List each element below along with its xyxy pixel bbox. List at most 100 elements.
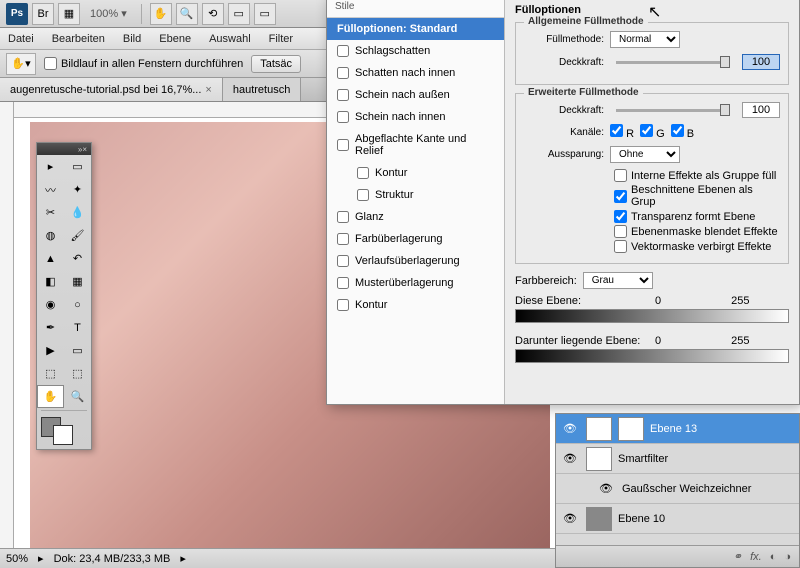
actual-pixels-button[interactable]: Tatsäc (251, 55, 301, 73)
style-drop-shadow[interactable]: Schlagschatten (327, 40, 504, 62)
brush-tool[interactable]: 🖌 (64, 224, 91, 247)
dodge-tool[interactable]: ○ (64, 293, 91, 316)
layer-row-ebene10[interactable]: 👁 Ebene 10 (556, 504, 799, 534)
lasso-tool[interactable]: 〰 (37, 178, 64, 201)
menu-filter[interactable]: Filter (269, 33, 293, 45)
this-layer-gradient[interactable] (515, 309, 789, 323)
zoom-tool[interactable]: 🔍 (64, 385, 91, 408)
blend-mode-select[interactable]: Normal (610, 31, 680, 48)
color-swatches[interactable] (37, 413, 91, 449)
blend-range-select[interactable]: Grau (583, 272, 653, 289)
channels-label: Kanäle: (524, 127, 604, 138)
crop-tool[interactable]: ✂ (37, 201, 64, 224)
this-layer-min: 0 (655, 295, 661, 307)
style-color-overlay[interactable]: Farbüberlagerung (327, 228, 504, 250)
move-tool[interactable]: ▸ (37, 155, 64, 178)
gradient-tool[interactable]: ▦ (64, 270, 91, 293)
menu-select[interactable]: Auswahl (209, 33, 251, 45)
quick-select-tool[interactable]: ✦ (64, 178, 91, 201)
layer-row-gaussian[interactable]: 👁 Gaußscher Weichzeichner (556, 474, 799, 504)
fill-opacity-slider[interactable] (616, 109, 730, 112)
style-blending-options[interactable]: Fülloptionen: Standard (327, 18, 504, 40)
menu-layer[interactable]: Ebene (159, 33, 191, 45)
stamp-tool[interactable]: ▲ (37, 247, 64, 270)
pen-tool[interactable]: ✒ (37, 316, 64, 339)
close-icon[interactable]: × (82, 145, 87, 154)
channel-r[interactable]: R (610, 124, 634, 140)
path-select-tool[interactable]: ▶ (37, 339, 64, 362)
layer-thumb[interactable] (586, 417, 612, 441)
visibility-icon[interactable]: 👁 (560, 422, 580, 435)
tab-doc2[interactable]: hautretusch (223, 78, 301, 101)
menu-edit[interactable]: Bearbeiten (52, 33, 105, 45)
style-satin[interactable]: Glanz (327, 206, 504, 228)
hand-tool-button[interactable]: ✋ (150, 3, 172, 25)
arrange-button[interactable]: ▭ (228, 3, 250, 25)
opacity-slider[interactable] (616, 61, 730, 64)
eraser-tool[interactable]: ◧ (37, 270, 64, 293)
3d-tool[interactable]: ⬚ (37, 362, 64, 385)
fill-opacity-input[interactable] (742, 102, 780, 118)
knockout-select[interactable]: Ohne (610, 146, 680, 163)
filter-mask-thumb[interactable] (586, 447, 612, 471)
layer-mask-thumb[interactable] (618, 417, 644, 441)
layer-row-ebene13[interactable]: 👁 Ebene 13 (556, 414, 799, 444)
tab-doc1[interactable]: augenretusche-tutorial.psd bei 16,7%... … (0, 78, 223, 101)
3d-camera-tool[interactable]: ⬚ (64, 362, 91, 385)
history-brush-tool[interactable]: ↶ (64, 247, 91, 270)
chevron-right-icon[interactable]: ▸ (180, 552, 186, 565)
layer-row-smartfilter[interactable]: 👁 Smartfilter (556, 444, 799, 474)
filter-name: Gaußscher Weichzeichner (622, 483, 751, 495)
cb-blend-clipped[interactable]: Beschnittene Ebenen als Grup (614, 184, 780, 208)
cb-blend-interior[interactable]: Interne Effekte als Gruppe füll (614, 169, 780, 182)
opacity-input[interactable] (742, 54, 780, 70)
status-zoom[interactable]: 50% (6, 553, 28, 565)
link-icon[interactable]: ⚭ (733, 550, 742, 563)
zoom-dropdown[interactable]: 100% ▾ (84, 7, 133, 20)
style-inner-glow[interactable]: Schein nach innen (327, 106, 504, 128)
view-extras-button[interactable]: ▦ (58, 3, 80, 25)
style-gradient-overlay[interactable]: Verlaufsüberlagerung (327, 250, 504, 272)
under-layer-gradient[interactable] (515, 349, 789, 363)
style-contour[interactable]: Kontur (327, 162, 504, 184)
menu-image[interactable]: Bild (123, 33, 141, 45)
background-color[interactable] (53, 425, 73, 445)
rotate-view-button[interactable]: ⟲ (202, 3, 224, 25)
style-stroke[interactable]: Kontur (327, 294, 504, 316)
style-outer-glow[interactable]: Schein nach außen (327, 84, 504, 106)
style-bevel[interactable]: Abgeflachte Kante und Relief (327, 128, 504, 162)
visibility-icon[interactable]: 👁 (596, 482, 616, 495)
opacity-label: Deckkraft: (524, 57, 604, 68)
fx-icon[interactable]: fx. (750, 551, 762, 563)
zoom-tool-button[interactable]: 🔍 (176, 3, 198, 25)
chevron-right-icon[interactable]: ▸ (38, 552, 44, 565)
style-texture[interactable]: Struktur (327, 184, 504, 206)
scroll-all-checkbox[interactable]: Bildlauf in allen Fenstern durchführen (44, 57, 243, 70)
style-pattern-overlay[interactable]: Musterüberlagerung (327, 272, 504, 294)
channel-g[interactable]: G (640, 124, 665, 140)
status-docsize: Dok: 23,4 MB/233,3 MB (54, 553, 171, 565)
screen-mode-button[interactable]: ▭ (254, 3, 276, 25)
style-inner-shadow[interactable]: Schatten nach innen (327, 62, 504, 84)
shape-tool[interactable]: ▭ (64, 339, 91, 362)
blur-tool[interactable]: ◉ (37, 293, 64, 316)
visibility-icon[interactable]: 👁 (560, 452, 580, 465)
bridge-button[interactable]: Br (32, 3, 54, 25)
layer-thumb[interactable] (586, 507, 612, 531)
marquee-tool[interactable]: ▭ (64, 155, 91, 178)
cb-vector-mask-hides[interactable]: Vektormaske verbirgt Effekte (614, 240, 780, 253)
menu-file[interactable]: Datei (8, 33, 34, 45)
hand-tool[interactable]: ✋ (37, 385, 64, 408)
healing-tool[interactable]: ◍ (37, 224, 64, 247)
mask-icon[interactable]: ◐ (770, 551, 777, 563)
visibility-icon[interactable]: 👁 (560, 512, 580, 525)
current-tool-preset[interactable]: ✋▾ (6, 53, 36, 75)
eyedropper-tool[interactable]: 💧 (64, 201, 91, 224)
adjustment-icon[interactable]: ◑ (784, 551, 791, 563)
cb-layer-mask-hides[interactable]: Ebenenmaske blendet Effekte (614, 225, 780, 238)
type-tool[interactable]: T (64, 316, 91, 339)
channel-b[interactable]: B (671, 124, 694, 140)
tools-panel: » × ▸ ▭ 〰 ✦ ✂ 💧 ◍ 🖌 ▲ ↶ ◧ ▦ ◉ ○ ✒ T ▶ ▭ … (36, 142, 92, 450)
cb-transparency-shapes[interactable]: Transparenz formt Ebene (614, 210, 780, 223)
close-icon[interactable]: × (205, 84, 211, 96)
